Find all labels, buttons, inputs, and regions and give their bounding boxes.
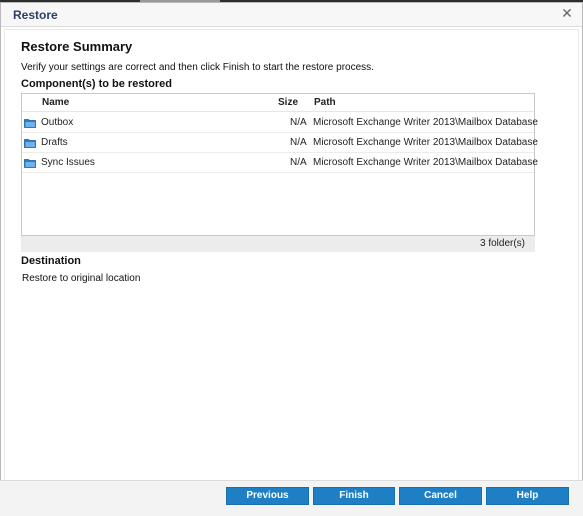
close-icon[interactable]: ✕ [558, 4, 576, 22]
column-header-name[interactable]: Name [42, 97, 69, 108]
table-row[interactable]: Sync Issues N/A Microsoft Exchange Write… [22, 153, 538, 173]
previous-button[interactable]: Previous [226, 487, 309, 505]
folder-count-bar: 3 folder(s) [21, 236, 535, 252]
folder-icon [24, 139, 36, 148]
row-name: Sync Issues [41, 157, 95, 168]
table-row[interactable]: Outbox N/A Microsoft Exchange Writer 201… [22, 113, 538, 133]
components-section-label: Component(s) to be restored [21, 78, 172, 90]
column-header-path[interactable]: Path [314, 97, 336, 108]
cancel-button[interactable]: Cancel [399, 487, 482, 505]
instructions-text: Verify your settings are correct and the… [21, 62, 374, 73]
row-path: Microsoft Exchange Writer 2013\Mailbox D… [313, 157, 538, 168]
row-path: Microsoft Exchange Writer 2013\Mailbox D… [313, 117, 538, 128]
row-size: N/A [290, 157, 307, 168]
column-header-size[interactable]: Size [278, 97, 298, 108]
dialog-title: Restore [13, 8, 58, 22]
button-bar: Previous Finish Cancel Help [0, 480, 583, 516]
help-button[interactable]: Help [486, 487, 569, 505]
row-name: Drafts [41, 137, 68, 148]
title-bar: Restore ✕ [1, 3, 582, 27]
finish-button[interactable]: Finish [313, 487, 395, 505]
row-size: N/A [290, 117, 307, 128]
page-title: Restore Summary [21, 39, 133, 54]
folder-icon [24, 159, 36, 168]
table-row[interactable]: Drafts N/A Microsoft Exchange Writer 201… [22, 133, 538, 153]
table-header: Name Size Path [22, 94, 534, 112]
folder-icon [24, 119, 36, 128]
row-name: Outbox [41, 117, 74, 128]
destination-value: Restore to original location [22, 273, 141, 284]
destination-section-label: Destination [21, 255, 81, 267]
folder-count: 3 folder(s) [479, 238, 525, 249]
row-size: N/A [290, 137, 307, 148]
components-table: Name Size Path Outbox N/A Microsoft Exch… [21, 93, 538, 236]
row-path: Microsoft Exchange Writer 2013\Mailbox D… [313, 137, 538, 148]
